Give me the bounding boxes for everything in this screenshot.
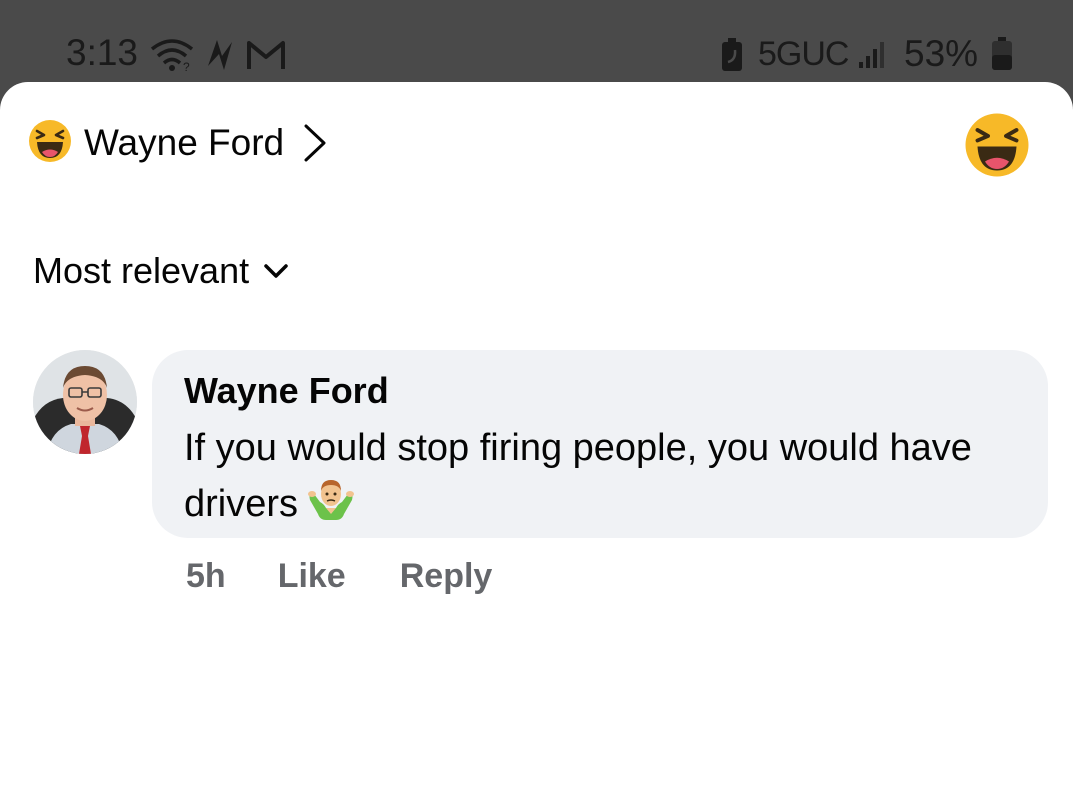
gmail-icon [245, 39, 287, 76]
like-button[interactable]: Like [278, 557, 346, 596]
reactor-name: Wayne Ford [84, 122, 285, 163]
status-bar: 3:13 ? 5GUC 53% [0, 0, 1073, 82]
reactor-link[interactable]: Wayne Ford [28, 118, 328, 168]
reply-button[interactable]: Reply [400, 557, 493, 596]
comment-author[interactable]: Wayne Ford [184, 370, 389, 412]
laughing-emoji-icon [28, 119, 72, 168]
comment-body: If you would stop firing people, you wou… [184, 427, 972, 525]
chevron-down-icon [263, 262, 289, 285]
screen: 3:13 ? 5GUC 53% Wayne Ford Most relevant… [0, 0, 1073, 802]
comment-timestamp[interactable]: 5h [186, 557, 226, 596]
reactions-sheet: Wayne Ford Most relevant Wayne Ford If y… [0, 82, 1073, 802]
network-type: 5GUC [758, 35, 849, 73]
avatar[interactable] [33, 350, 137, 454]
signal-icon [858, 40, 888, 75]
battery-saver-icon [721, 38, 743, 77]
battery-percent: 53% [904, 33, 979, 74]
sort-label: Most relevant [33, 250, 250, 291]
sort-dropdown[interactable]: Most relevant [33, 250, 289, 292]
battery-icon [990, 37, 1014, 76]
comment-actions: 5h Like Reply [186, 557, 492, 596]
comment-bubble[interactable]: Wayne Ford If you would stop firing peop… [152, 350, 1048, 538]
bolt-icon [204, 36, 236, 77]
wifi-icon: ? [150, 38, 194, 77]
svg-text:?: ? [183, 60, 190, 72]
comment-text: If you would stop firing people, you wou… [184, 422, 1004, 538]
chevron-right-icon [302, 123, 328, 168]
status-time: 3:13 [66, 32, 139, 73]
big-laughing-emoji-icon[interactable] [964, 112, 1030, 183]
person-shrugging-icon [306, 474, 356, 538]
